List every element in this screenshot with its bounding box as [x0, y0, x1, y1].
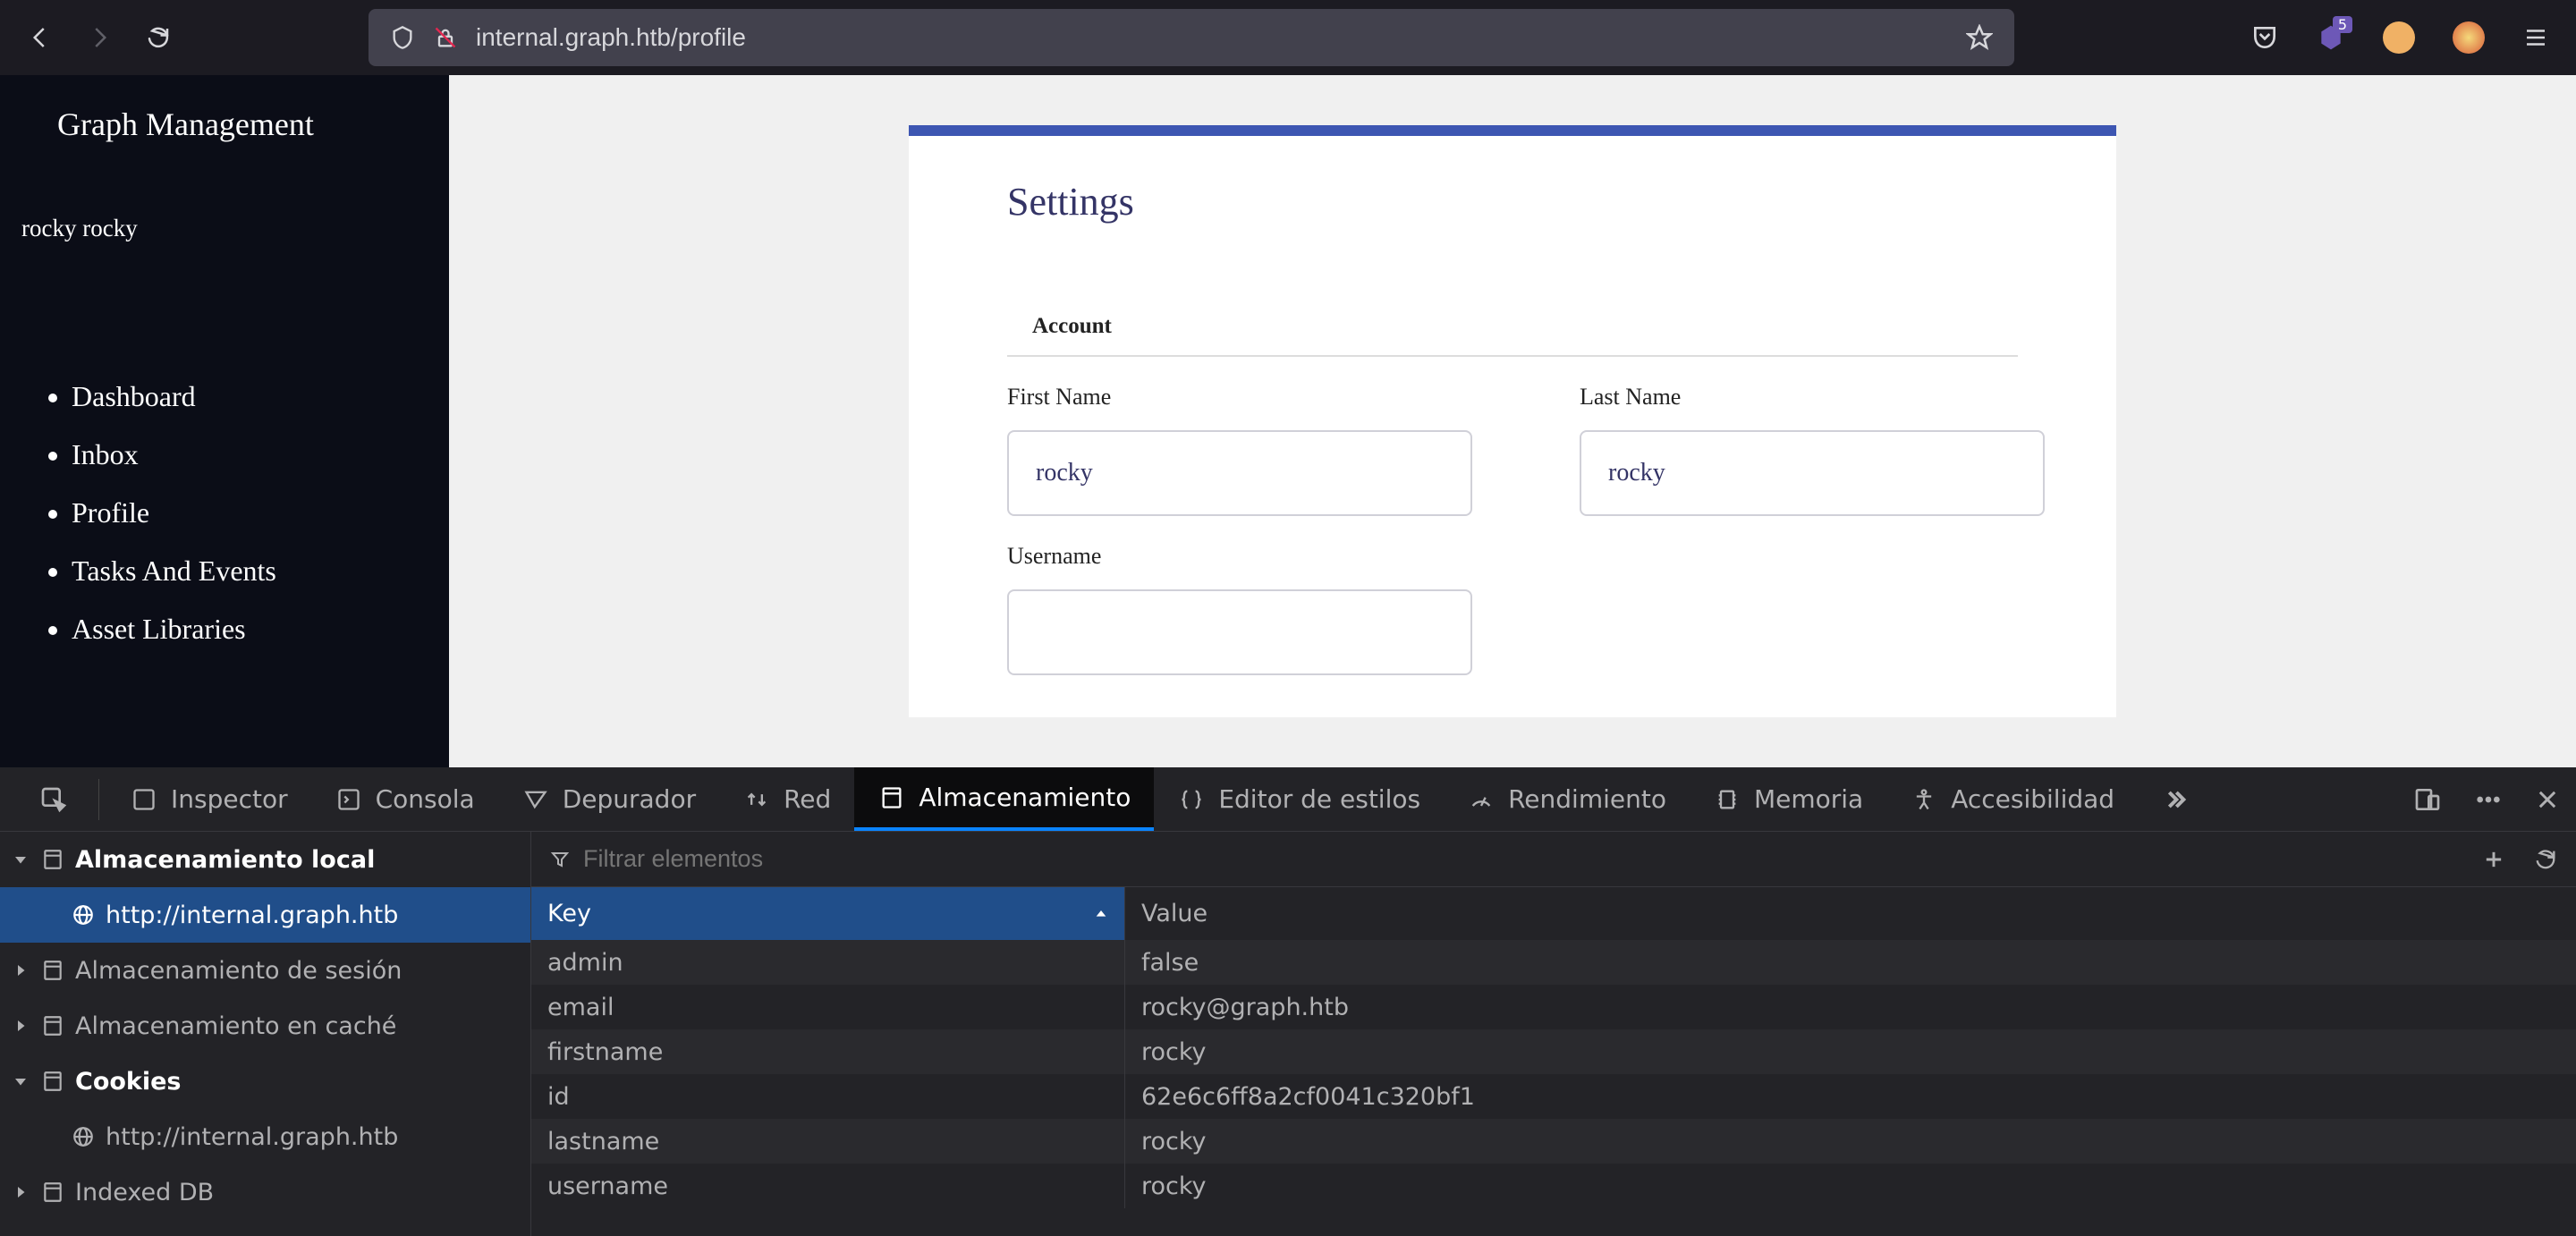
console-icon	[335, 785, 363, 814]
username-input[interactable]	[1007, 589, 1472, 675]
storage-icon	[877, 783, 906, 812]
tab-network[interactable]: Red	[719, 767, 854, 831]
last-name-input[interactable]	[1580, 430, 2045, 516]
extension-icon[interactable]: 5	[2317, 23, 2345, 52]
caret-right-icon	[13, 962, 30, 978]
nav-reload-button[interactable]	[145, 24, 172, 51]
tab-debugger[interactable]: Depurador	[498, 767, 719, 831]
caret-right-icon	[13, 1018, 30, 1034]
url-bar[interactable]	[369, 9, 2014, 66]
nav-dashboard[interactable]: Dashboard	[72, 368, 428, 426]
nav-tasks[interactable]: Tasks And Events	[72, 542, 428, 600]
table-row[interactable]: emailrocky@graph.htb	[531, 985, 2576, 1029]
filter-input[interactable]	[583, 845, 2469, 873]
last-name-label: Last Name	[1580, 384, 2045, 411]
add-item-button[interactable]	[2481, 847, 2506, 872]
refresh-button[interactable]	[2533, 847, 2558, 872]
devtools-element-picker[interactable]	[16, 767, 91, 831]
inspector-icon	[130, 785, 158, 814]
tree-session-storage[interactable]: Almacenamiento de sesión	[0, 943, 530, 998]
devtools-tabbar: Inspector Consola Depurador Red Almacena…	[0, 767, 2576, 832]
separator	[98, 779, 99, 820]
accessibility-icon	[1910, 785, 1938, 814]
settings-heading: Settings	[1007, 179, 2018, 224]
tabs-overflow-button[interactable]	[2138, 767, 2213, 831]
extension-badge-count: 5	[2333, 16, 2352, 33]
table-row[interactable]: id62e6c6ff8a2cf0041c320bf1	[531, 1074, 2576, 1119]
account-heading: Account	[1007, 314, 2018, 357]
tab-performance[interactable]: Rendimiento	[1444, 767, 1690, 831]
responsive-mode-button[interactable]	[2413, 785, 2442, 814]
tab-memory[interactable]: Memoria	[1690, 767, 1886, 831]
column-header-key[interactable]: Key	[531, 887, 1125, 940]
tab-storage[interactable]: Almacenamiento	[854, 767, 1154, 831]
table-row[interactable]: lastnamerocky	[531, 1119, 2576, 1164]
tab-console[interactable]: Consola	[311, 767, 498, 831]
nav-assets[interactable]: Asset Libraries	[72, 600, 428, 658]
bookmark-star-icon[interactable]	[1966, 24, 1993, 51]
first-name-input[interactable]	[1007, 430, 1472, 516]
table-header-row: Key Value	[531, 887, 2576, 940]
extension-cookie-icon[interactable]	[2383, 21, 2415, 54]
storage-category-icon	[41, 848, 64, 871]
settings-card: Settings Account First Name Last Name Us…	[909, 125, 2116, 717]
column-header-value[interactable]: Value	[1125, 887, 2576, 940]
caret-down-icon	[13, 851, 30, 868]
user-display: rocky rocky	[21, 215, 428, 242]
caret-down-icon	[13, 1073, 30, 1089]
tab-inspector[interactable]: Inspector	[106, 767, 311, 831]
devtools-close-icon[interactable]	[2535, 787, 2560, 812]
nav-profile[interactable]: Profile	[72, 484, 428, 542]
globe-icon	[72, 903, 95, 927]
url-input[interactable]	[476, 23, 1948, 52]
browser-toolbar: 5	[0, 0, 2576, 75]
style-editor-icon	[1177, 785, 1206, 814]
app-sidebar: Graph Management rocky rocky Dashboard I…	[0, 75, 449, 767]
tab-style-editor[interactable]: Editor de estilos	[1154, 767, 1444, 831]
memory-icon	[1713, 785, 1741, 814]
content-area: Settings Account First Name Last Name Us…	[449, 75, 2576, 767]
filter-icon	[549, 849, 571, 870]
nav-list: Dashboard Inbox Profile Tasks And Events…	[21, 368, 428, 658]
storage-category-icon	[41, 959, 64, 982]
network-icon	[742, 785, 771, 814]
caret-right-icon	[13, 1184, 30, 1200]
tree-cache-storage[interactable]: Almacenamiento en caché	[0, 998, 530, 1054]
storage-category-icon	[41, 1181, 64, 1204]
devtools-kebab-icon[interactable]	[2474, 785, 2503, 814]
storage-category-icon	[41, 1014, 64, 1037]
hamburger-menu-icon[interactable]	[2522, 24, 2549, 51]
pocket-icon[interactable]	[2250, 23, 2279, 52]
storage-tree: Almacenamiento local http://internal.gra…	[0, 832, 531, 1236]
table-row[interactable]: usernamerocky	[531, 1164, 2576, 1208]
storage-category-icon	[41, 1070, 64, 1093]
element-picker-icon	[39, 785, 68, 814]
devtools-panel: Inspector Consola Depurador Red Almacena…	[0, 767, 2576, 1236]
filter-bar	[531, 832, 2576, 887]
tree-local-storage-host[interactable]: http://internal.graph.htb	[0, 887, 530, 943]
sort-asc-icon	[1094, 907, 1108, 921]
nav-back-button[interactable]	[27, 24, 54, 51]
lock-insecure-icon	[433, 25, 458, 50]
tree-cookies[interactable]: Cookies	[0, 1054, 530, 1109]
shield-icon	[390, 25, 415, 50]
globe-icon	[72, 1125, 95, 1148]
table-row[interactable]: adminfalse	[531, 940, 2576, 985]
page-viewport: Graph Management rocky rocky Dashboard I…	[0, 75, 2576, 767]
nav-forward-button[interactable]	[86, 24, 113, 51]
tab-accessibility[interactable]: Accesibilidad	[1886, 767, 2138, 831]
first-name-label: First Name	[1007, 384, 1472, 411]
nav-inbox[interactable]: Inbox	[72, 426, 428, 484]
app-title: Graph Management	[21, 106, 428, 143]
tree-local-storage[interactable]: Almacenamiento local	[0, 832, 530, 887]
debugger-icon	[521, 785, 550, 814]
tree-cookies-host[interactable]: http://internal.graph.htb	[0, 1109, 530, 1164]
extension-radiant-icon[interactable]	[2453, 21, 2485, 54]
table-row[interactable]: firstnamerocky	[531, 1029, 2576, 1074]
username-label: Username	[1007, 543, 2018, 570]
table-body: adminfalse emailrocky@graph.htb firstnam…	[531, 940, 2576, 1236]
tree-indexed-db[interactable]: Indexed DB	[0, 1164, 530, 1220]
storage-table-panel: Key Value adminfalse emailrocky@graph.ht…	[531, 832, 2576, 1236]
performance-icon	[1467, 785, 1496, 814]
